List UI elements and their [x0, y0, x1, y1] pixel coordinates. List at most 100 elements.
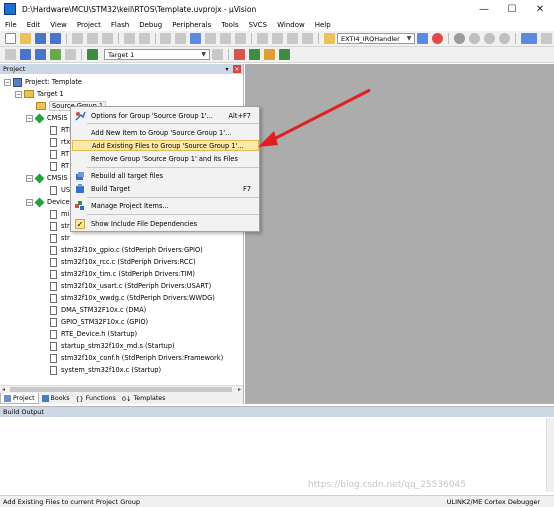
bookmark-prev-icon[interactable] [205, 33, 217, 44]
tree-item-file[interactable]: str [50, 233, 70, 243]
undo-icon[interactable] [123, 33, 135, 44]
download-icon[interactable] [87, 49, 98, 60]
translate-icon[interactable] [5, 49, 16, 60]
menu-item-rebuild[interactable]: Rebuild all target files [72, 170, 259, 181]
breakpoint-kill-icon[interactable] [499, 33, 511, 44]
tree-item-file[interactable]: rtx [50, 137, 70, 147]
collapse-icon[interactable]: − [4, 78, 11, 86]
open-folder-icon[interactable] [20, 33, 31, 44]
tree-item-file[interactable]: startup_stm32f10x_md.s (Startup) [50, 341, 175, 351]
file-extensions-icon[interactable] [234, 49, 245, 60]
unindent-icon[interactable] [272, 33, 284, 44]
scroll-left-icon[interactable]: ◂ [2, 386, 5, 393]
new-file-icon[interactable] [5, 33, 16, 44]
tab-functions[interactable]: {} Functions [73, 393, 119, 404]
collapse-icon[interactable]: − [26, 114, 33, 122]
paste-icon[interactable] [101, 33, 113, 44]
nav-forward-icon[interactable] [175, 33, 187, 44]
cut-icon[interactable] [71, 33, 83, 44]
menu-item-build-target[interactable]: Build Target F7 [72, 183, 259, 194]
indent-icon[interactable] [257, 33, 269, 44]
breakpoint-icon[interactable] [454, 33, 466, 44]
horizontal-scrollbar[interactable]: ◂ ▸ [0, 385, 243, 393]
tree-item-file[interactable]: RT [50, 161, 69, 171]
tree-item-file[interactable]: stm32f10x_wwdg.c (StdPeriph Drivers:WWDG… [50, 293, 215, 303]
function-combo[interactable]: EXTI4_IRQHandler ▼ [336, 33, 416, 44]
tree-item-file[interactable]: system_stm32f10x.c (Startup) [50, 365, 161, 375]
menu-edit[interactable]: Edit [22, 21, 46, 29]
tree-item-file[interactable]: stm32f10x_tim.c (StdPeriph Drivers:TIM) [50, 269, 195, 279]
build-icon[interactable] [20, 49, 31, 60]
menu-view[interactable]: View [45, 21, 72, 29]
debug-session-icon[interactable] [432, 33, 444, 44]
menu-peripherals[interactable]: Peripherals [167, 21, 216, 29]
tab-project[interactable]: Project [0, 393, 39, 404]
menu-tools[interactable]: Tools [216, 21, 243, 29]
tree-item-file[interactable]: DMA_STM32F10x.c (DMA) [50, 305, 146, 315]
tree-item-file[interactable]: RTE_Device.h (Startup) [50, 329, 137, 339]
collapse-icon[interactable]: − [26, 174, 33, 182]
menu-item-show-include-deps[interactable]: ✓ Show Include File Dependencies [72, 218, 259, 229]
tree-item-device[interactable]: − Device [26, 197, 70, 207]
select-packs-icon[interactable] [264, 49, 275, 60]
collapse-icon[interactable]: − [26, 198, 33, 206]
menu-item-remove-group[interactable]: Remove Group 'Source Group 1' and its Fi… [72, 153, 259, 164]
redo-icon[interactable] [138, 33, 150, 44]
bookmark-icon[interactable] [190, 33, 202, 44]
collapse-icon[interactable]: − [15, 90, 22, 98]
maximize-button[interactable]: ☐ [498, 0, 526, 18]
bookmark-clear-icon[interactable] [235, 33, 247, 44]
find-in-files-icon[interactable] [323, 33, 335, 44]
tree-item-file[interactable]: RT [50, 149, 69, 159]
uncomment-icon[interactable] [302, 33, 314, 44]
minimize-button[interactable]: — [470, 0, 498, 18]
tree-item-file[interactable]: str [50, 221, 70, 231]
tab-books[interactable]: Books [39, 393, 73, 404]
comment-icon[interactable] [287, 33, 299, 44]
pin-icon[interactable]: ▾ [223, 65, 231, 73]
batch-build-icon[interactable] [50, 49, 61, 60]
tree-item-file[interactable]: stm32f10x_gpio.c (StdPeriph Drivers:GPIO… [50, 245, 203, 255]
menu-svcs[interactable]: SVCS [244, 21, 273, 29]
tree-item-file[interactable]: stm32f10x_conf.h (StdPeriph Drivers:Fram… [50, 353, 223, 363]
find-icon[interactable] [417, 33, 429, 44]
tree-item-file[interactable]: GPIO_STM32F10x.c (GPIO) [50, 317, 148, 327]
menu-item-manage-project-items[interactable]: Manage Project Items... [72, 200, 259, 211]
menu-item-options[interactable]: Options for Group 'Source Group 1'... Al… [72, 110, 259, 121]
target-options-icon[interactable] [212, 49, 223, 60]
tree-item-file[interactable]: mi [50, 209, 69, 219]
window-layout-icon[interactable] [520, 33, 537, 44]
rebuild-icon[interactable] [35, 49, 46, 60]
tree-item-cmsis[interactable]: − CMSIS [26, 113, 68, 123]
vertical-scrollbar[interactable] [546, 418, 554, 492]
close-icon[interactable]: ✕ [233, 65, 241, 73]
menu-help[interactable]: Help [310, 21, 336, 29]
nav-back-icon[interactable] [160, 33, 172, 44]
tree-item-file[interactable]: US [50, 185, 70, 195]
menu-file[interactable]: File [0, 21, 22, 29]
menu-debug[interactable]: Debug [134, 21, 167, 29]
menu-item-add-new-item[interactable]: Add New Item to Group 'Source Group 1'..… [72, 127, 259, 138]
tree-item-file[interactable]: stm32f10x_usart.c (StdPeriph Drivers:USA… [50, 281, 211, 291]
save-icon[interactable] [35, 33, 46, 44]
menu-project[interactable]: Project [72, 21, 106, 29]
tree-item-file[interactable]: stm32f10x_rcc.c (StdPeriph Drivers:RCC) [50, 257, 196, 267]
breakpoint-clear-icon[interactable] [484, 33, 496, 44]
tab-templates[interactable]: 0↓ Templates [119, 393, 169, 404]
menu-flash[interactable]: Flash [106, 21, 134, 29]
target-combo[interactable]: Target 1 ▼ [104, 49, 210, 60]
bookmark-next-icon[interactable] [220, 33, 232, 44]
tree-item-target[interactable]: − Target 1 [15, 89, 64, 99]
editor-area[interactable] [245, 64, 554, 404]
stop-build-icon[interactable] [65, 49, 76, 60]
manage-rte-icon[interactable] [249, 49, 260, 60]
pack-installer-icon[interactable] [279, 49, 290, 60]
tree-item-project[interactable]: − Project: Template [4, 77, 82, 87]
menu-item-add-existing-files[interactable]: Add Existing Files to Group 'Source Grou… [72, 140, 259, 151]
breakpoint-disable-icon[interactable] [469, 33, 481, 44]
configure-icon[interactable] [540, 33, 552, 44]
close-button[interactable]: ✕ [526, 0, 554, 18]
copy-icon[interactable] [86, 33, 98, 44]
menu-window[interactable]: Window [272, 21, 310, 29]
tree-item-cmsis-2[interactable]: − CMSIS [26, 173, 68, 183]
